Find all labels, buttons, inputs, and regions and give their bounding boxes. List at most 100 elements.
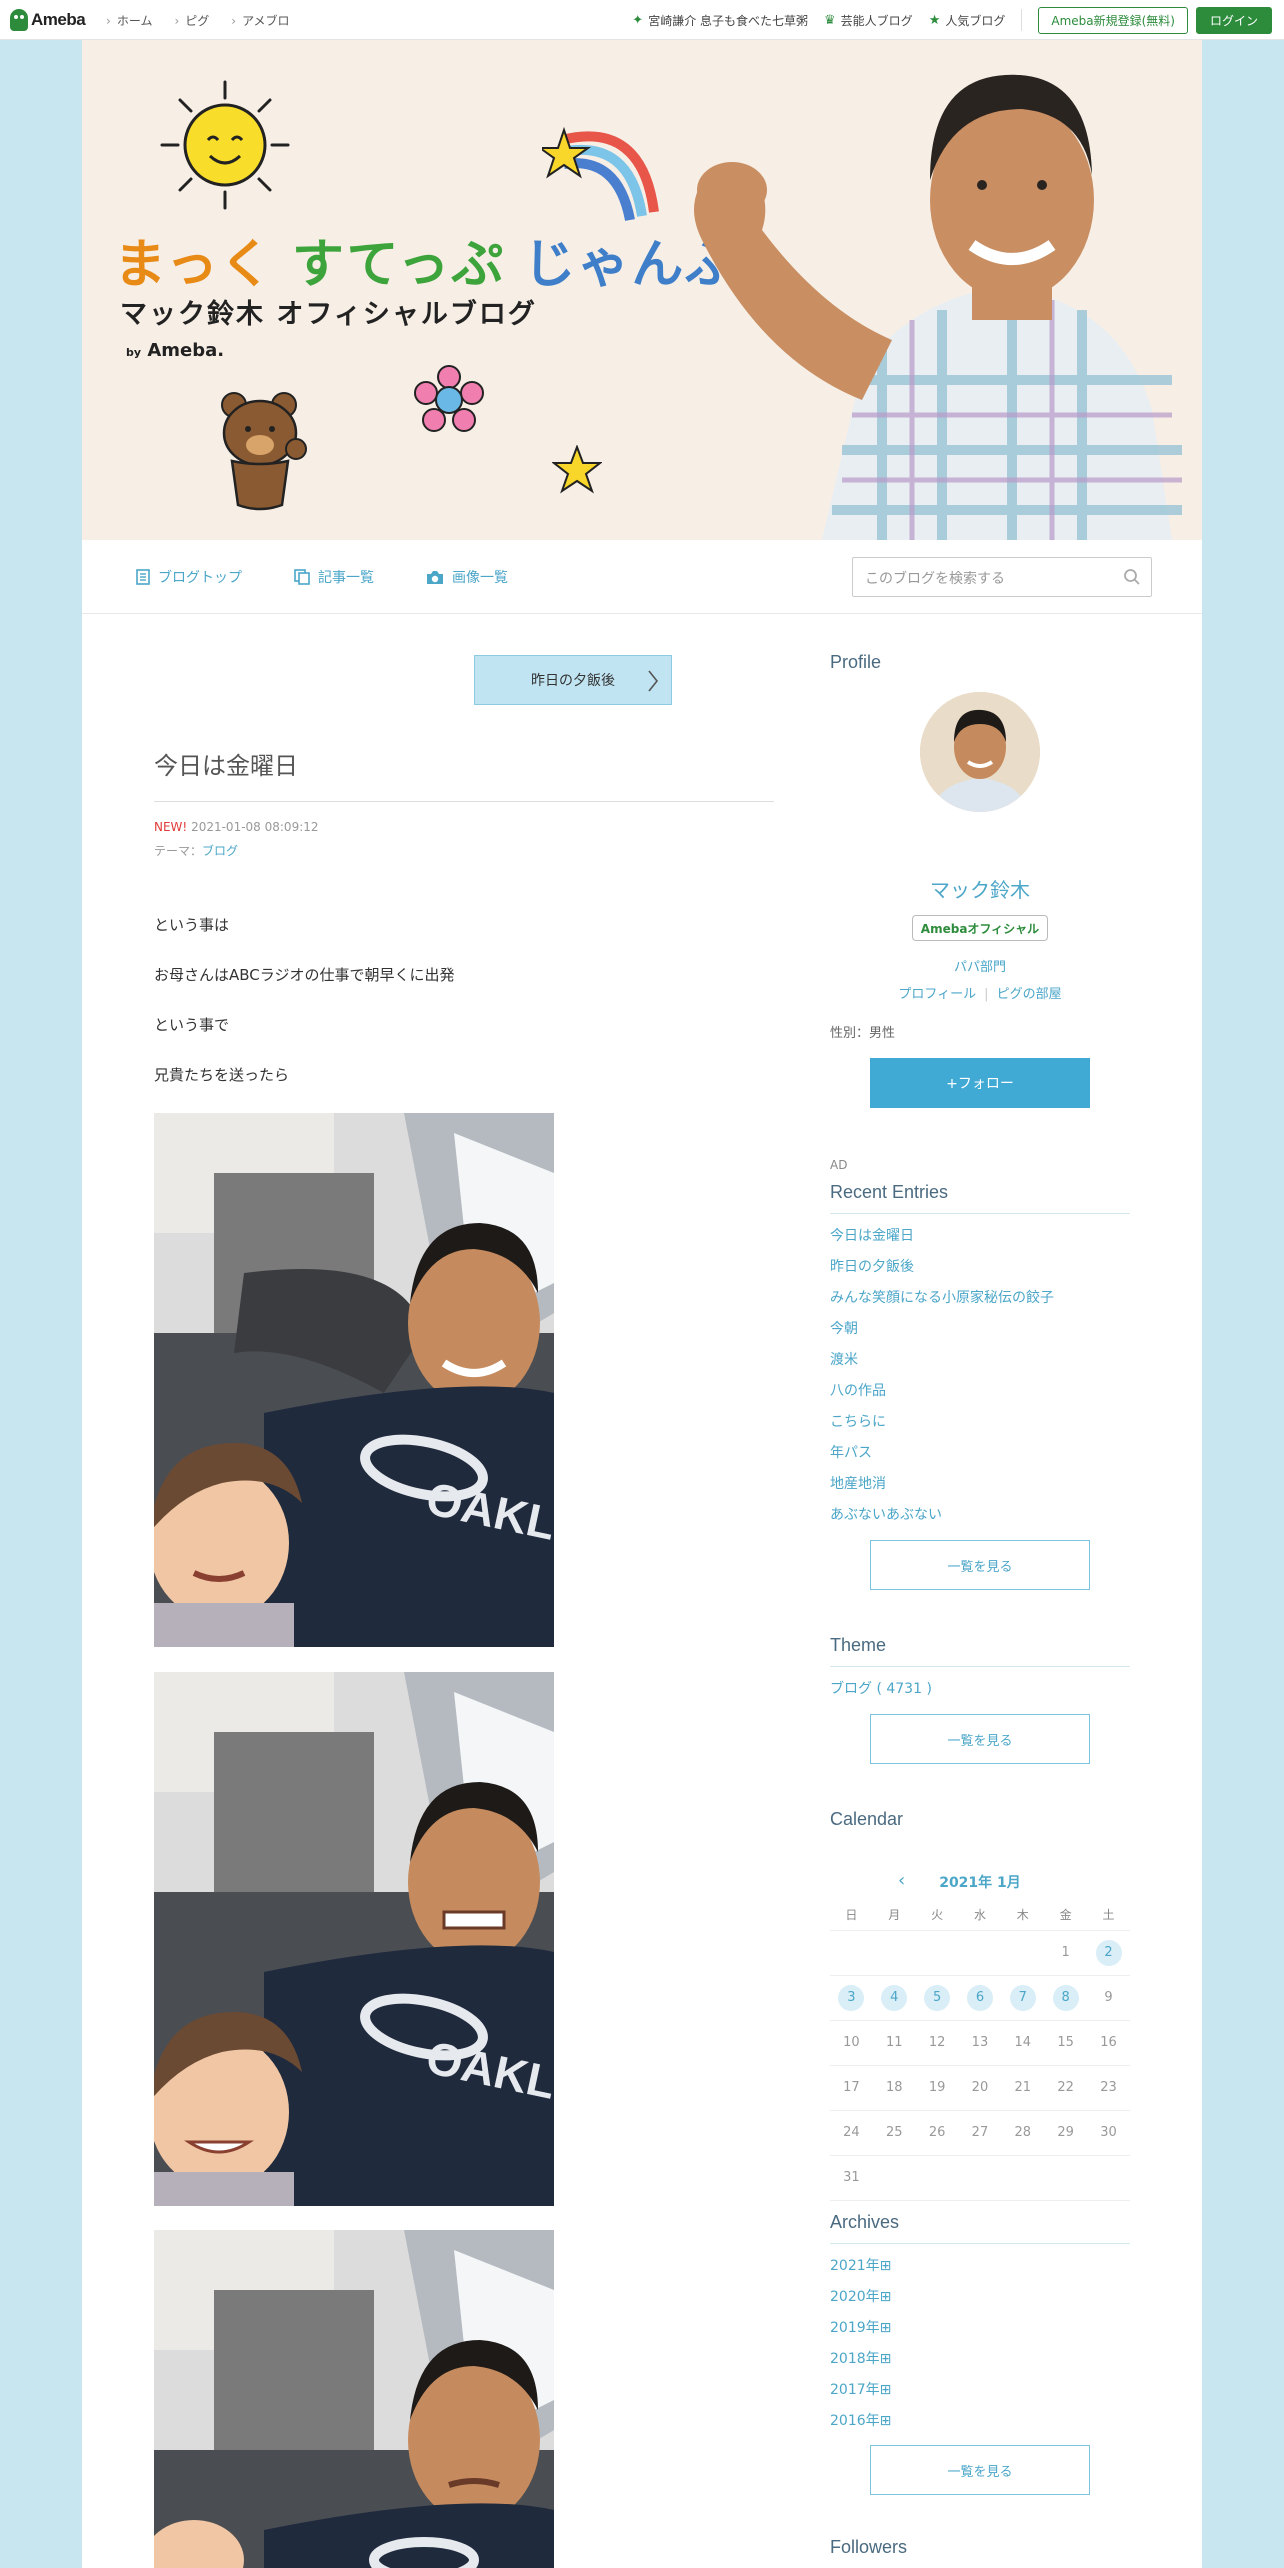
calendar-week-row: 345678 9 bbox=[830, 1975, 1130, 2021]
archives-more-button[interactable]: 一覧を見る bbox=[870, 2445, 1090, 2495]
archive-year-label: 2020年 bbox=[830, 2289, 880, 2305]
recent-entry-link[interactable]: 八の作品 bbox=[830, 1380, 886, 1400]
theme-link[interactable]: ブログ ( 4731 ) bbox=[830, 1678, 932, 1698]
calendar-day-number: 6 bbox=[966, 1984, 993, 2011]
entry-theme-link[interactable]: ブログ bbox=[202, 844, 238, 858]
search-placeholder: このブログを検索する bbox=[865, 571, 1005, 587]
popular-blog-link[interactable]: ★ 人気ブログ bbox=[929, 12, 1006, 29]
nav-ameblo[interactable]: アメブロ bbox=[231, 12, 289, 29]
blog-header-banner[interactable]: まっく すてっぷ じゃんぷ マック鈴木 オフィシャルブログ by Ameba. bbox=[82, 40, 1202, 540]
calendar-day[interactable]: 4 bbox=[872, 1975, 916, 2021]
by-ameba: by Ameba. bbox=[126, 340, 224, 361]
calendar-week-row: 24 25 26 27 28 29 30 bbox=[830, 2110, 1130, 2156]
entry-photo[interactable]: OAKLEY bbox=[154, 1672, 554, 2206]
recent-entry-link[interactable]: 年パス bbox=[830, 1442, 872, 1462]
entry-photo[interactable]: OAKLEY bbox=[154, 1113, 554, 1647]
expand-plus-icon[interactable]: ⊞ bbox=[880, 2351, 892, 2367]
login-button[interactable]: ログイン bbox=[1195, 6, 1272, 34]
nav-entry-list[interactable]: 記事一覧 bbox=[294, 567, 374, 587]
archive-year-link[interactable]: 2017年⊞ bbox=[830, 2379, 891, 2399]
archive-year-link[interactable]: 2020年⊞ bbox=[830, 2286, 891, 2306]
archive-year-link[interactable]: 2021年⊞ bbox=[830, 2255, 891, 2275]
recent-entry-link[interactable]: 渡米 bbox=[830, 1349, 858, 1369]
calendar-day-number: 19 bbox=[928, 2080, 946, 2095]
entry-photo[interactable] bbox=[154, 2230, 554, 2568]
previous-entry-button[interactable]: 昨日の夕飯後 bbox=[474, 655, 672, 705]
nav-entry-list-label: 記事一覧 bbox=[318, 570, 374, 586]
recent-entry-link[interactable]: 今朝 bbox=[830, 1318, 858, 1338]
theme-more-button[interactable]: 一覧を見る bbox=[870, 1714, 1090, 1764]
nav-pigg[interactable]: ピグ bbox=[174, 12, 209, 29]
weekday-label: 木 bbox=[1001, 1900, 1045, 1931]
weekday-label: 水 bbox=[958, 1900, 1002, 1931]
recent-entries-more-button[interactable]: 一覧を見る bbox=[870, 1540, 1090, 1590]
follow-button[interactable]: +フォロー bbox=[870, 1058, 1090, 1108]
calendar-day: 31 bbox=[830, 2155, 873, 2201]
theme-label: テーマ： bbox=[154, 844, 203, 858]
pig-room-link[interactable]: ピグの部屋 bbox=[997, 987, 1062, 1002]
recent-entry-link[interactable]: 今日は金曜日 bbox=[830, 1225, 914, 1245]
blog-subtitle: マック鈴木 オフィシャルブログ bbox=[120, 299, 537, 330]
calendar-day: 12 bbox=[915, 2020, 959, 2066]
archive-year-link[interactable]: 2016年⊞ bbox=[830, 2410, 891, 2430]
expand-plus-icon[interactable]: ⊞ bbox=[880, 2413, 892, 2429]
celebrity-blog-link[interactable]: ♛ 芸能人ブログ bbox=[824, 12, 913, 29]
entry-meta: NEW! 2021-01-08 08:09:12 テーマ：ブログ bbox=[154, 815, 319, 863]
calendar-day-number: 26 bbox=[928, 2125, 946, 2140]
recent-entry-link[interactable]: 昨日の夕飯後 bbox=[830, 1256, 914, 1276]
entry-title[interactable]: 今日は金曜日 bbox=[154, 746, 774, 802]
nav-blog-top-label: ブログトップ bbox=[158, 570, 242, 586]
profile-name[interactable]: マック鈴木 bbox=[830, 874, 1130, 903]
recent-entry-link[interactable]: 地産地消 bbox=[830, 1473, 886, 1493]
calendar-day-number: 23 bbox=[1100, 2080, 1117, 2095]
nav-image-list[interactable]: 画像一覧 bbox=[426, 567, 508, 587]
profile-link[interactable]: プロフィール bbox=[898, 987, 976, 1002]
previous-entry-label: 昨日の夕飯後 bbox=[531, 673, 615, 689]
blog-search-input[interactable]: このブログを検索する bbox=[852, 557, 1152, 597]
expand-plus-icon[interactable]: ⊞ bbox=[880, 2320, 892, 2336]
ad-label: AD bbox=[830, 1158, 848, 1172]
expand-plus-icon[interactable]: ⊞ bbox=[880, 2258, 892, 2274]
calendar-empty-cell bbox=[1087, 2155, 1130, 2201]
expand-plus-icon[interactable]: ⊞ bbox=[880, 2382, 892, 2398]
calendar-day[interactable]: 8 bbox=[1044, 1975, 1088, 2021]
profile-heading: Profile bbox=[830, 652, 882, 672]
calendar-empty-cell bbox=[872, 1930, 916, 1976]
calendar-day[interactable]: 5 bbox=[915, 1975, 959, 2021]
calendar-day: 25 bbox=[872, 2110, 916, 2156]
archive-year-label: 2019年 bbox=[830, 2320, 880, 2336]
recent-entry-link[interactable]: あぶないあぶない bbox=[830, 1504, 942, 1524]
recent-entries-heading: Recent Entries bbox=[830, 1182, 1130, 1214]
calendar-day-number: 4 bbox=[881, 1984, 908, 2011]
recent-entry-link[interactable]: みんな笑顔になる小原家秘伝の餃子 bbox=[830, 1287, 1054, 1307]
archive-year-link[interactable]: 2019年⊞ bbox=[830, 2317, 891, 2337]
expand-plus-icon[interactable]: ⊞ bbox=[880, 2289, 892, 2305]
calendar-day[interactable]: 3 bbox=[830, 1975, 873, 2021]
sun-illustration bbox=[160, 80, 290, 210]
calendar-day: 9 bbox=[1087, 1975, 1130, 2021]
calendar-day-number: 24 bbox=[843, 2125, 860, 2140]
trending-topic-link[interactable]: ✦ 宮崎謙介 息子も食べた七草粥 bbox=[632, 12, 808, 29]
search-icon[interactable] bbox=[1123, 568, 1141, 586]
calendar-day: 16 bbox=[1087, 2020, 1130, 2066]
calendar-day: 18 bbox=[872, 2065, 916, 2111]
calendar-empty-cell bbox=[915, 2155, 959, 2201]
entry-paragraph: という事で bbox=[154, 1016, 230, 1034]
ameba-logo[interactable]: Ameba bbox=[10, 8, 86, 32]
avatar[interactable] bbox=[920, 692, 1040, 812]
register-button[interactable]: Ameba新規登録(無料) bbox=[1038, 6, 1188, 34]
recent-entry-link[interactable]: こちらに bbox=[830, 1411, 886, 1431]
calendar-table: 日 月 火 水 木 金 土 1 2 3 4 5 6 7 8 9 10 11 12 13 14 15 16 17 1… bbox=[830, 1900, 1130, 2201]
nav-blog-top[interactable]: ブログトップ bbox=[136, 567, 242, 587]
chevron-left-icon[interactable]: ‹ bbox=[898, 1870, 905, 1891]
calendar-day: 17 bbox=[830, 2065, 873, 2111]
calendar-day[interactable]: 7 bbox=[1001, 1975, 1045, 2021]
calendar-empty-cell bbox=[1001, 1930, 1045, 1976]
profile-category-link[interactable]: パパ部門 bbox=[830, 956, 1130, 975]
archive-year-link[interactable]: 2018年⊞ bbox=[830, 2348, 891, 2368]
calendar-day[interactable]: 2 bbox=[1087, 1930, 1130, 1976]
nav-home[interactable]: ホーム bbox=[106, 12, 153, 29]
calendar-day[interactable]: 6 bbox=[958, 1975, 1002, 2021]
profile-heading-wrap: Profile bbox=[830, 652, 1130, 683]
calendar-day: 21 bbox=[1001, 2065, 1045, 2111]
